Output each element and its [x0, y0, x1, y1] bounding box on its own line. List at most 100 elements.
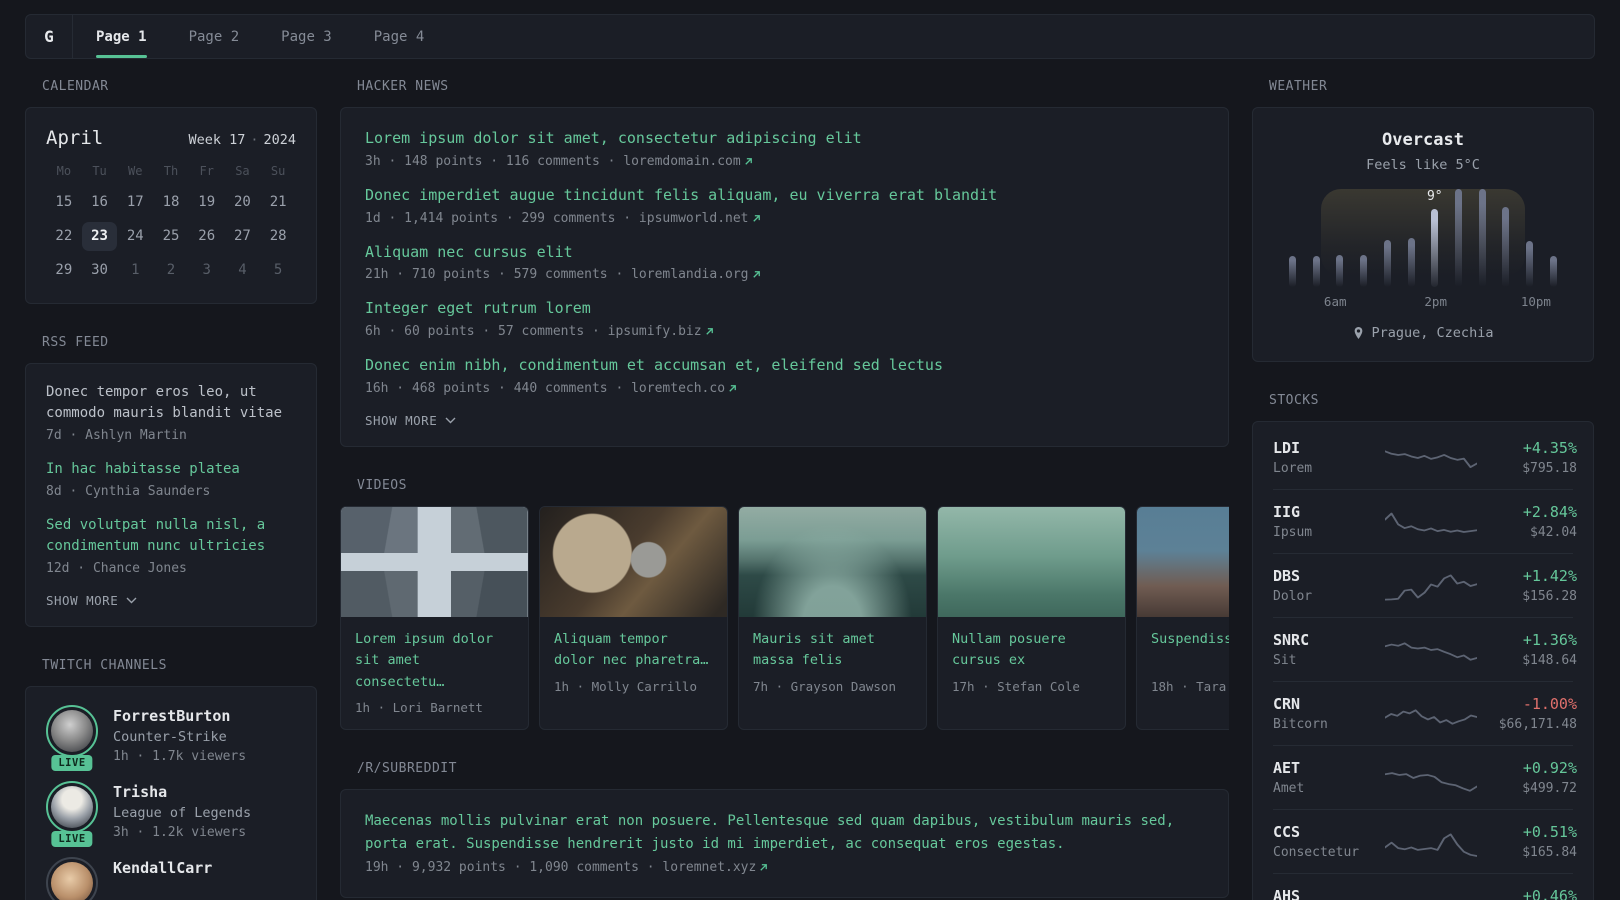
video-thumbnail[interactable]	[540, 506, 727, 617]
video-title[interactable]: Lorem ipsum dolor sit amet consectetu…	[355, 629, 514, 694]
story-title[interactable]: Donec enim nibh, condimentum et accumsan…	[365, 355, 1204, 377]
video-thumbnail[interactable]	[1137, 506, 1229, 617]
avatar	[51, 862, 93, 900]
hackernews-item: Donec enim nibh, condimentum et accumsan…	[365, 355, 1204, 396]
tab-label: Page 1	[96, 28, 147, 45]
stock-values: +1.36% $148.64	[1477, 631, 1577, 668]
video-meta: 17h · Stefan Cole	[952, 678, 1080, 694]
video-meta: 1h · Molly Carrillo	[554, 678, 697, 694]
stock-row[interactable]: DBS Dolor +1.42% $156.28	[1273, 553, 1577, 617]
temperature-bar	[1502, 206, 1510, 287]
stock-price: $795.18	[1522, 461, 1577, 476]
stock-row[interactable]: SNRC Sit +1.36% $148.64	[1273, 617, 1577, 681]
temperature-bar-column	[1335, 189, 1344, 287]
tab-page-2[interactable]: Page 2	[168, 15, 261, 58]
channel-name[interactable]: Trisha	[113, 783, 251, 801]
rss-item: Donec tempor eros leo, ut commodo mauris…	[46, 382, 296, 443]
video-title[interactable]: Mauris sit amet massa felis	[753, 629, 912, 673]
tab-page-4[interactable]: Page 4	[353, 15, 446, 58]
video-thumbnail[interactable]	[739, 506, 926, 617]
video-card[interactable]: Suspendisse diam 18h · Tara	[1136, 505, 1229, 730]
calendar-day: 27	[233, 228, 251, 244]
stock-row[interactable]: CCS Consectetur +0.51% $165.84	[1273, 809, 1577, 873]
stock-row[interactable]: AET Amet +0.92% $499.72	[1273, 745, 1577, 809]
live-ring	[46, 705, 98, 757]
video-card[interactable]: Nullam posuere cursus ex 17h · Stefan Co…	[937, 505, 1126, 730]
video-thumbnail[interactable]	[341, 506, 528, 617]
videos-widget: VIDEOS Lorem ipsum dolor sit amet consec…	[340, 478, 1229, 730]
temperature-bar-column	[1288, 189, 1297, 287]
temperature-bar-column	[1501, 189, 1510, 287]
story-meta: 1d · 1,414 points · 299 comments · ipsum…	[365, 211, 1204, 226]
stocks-widget: STOCKS LDI Lorem +4.35% $795.18 IIG Ipsu…	[1252, 393, 1594, 900]
hackernews-item: Aliquam nec cursus elit 21h · 710 points…	[365, 242, 1204, 282]
stock-sparkline	[1385, 698, 1477, 730]
rss-item-title[interactable]: Sed volutpat nulla nisl, a condimentum n…	[46, 515, 296, 557]
calendar-day-next-month: 5	[273, 262, 283, 278]
rss-show-more-button[interactable]: SHOW MORE	[46, 593, 137, 608]
calendar-day: 15	[55, 194, 73, 210]
stock-identity: AET Amet	[1273, 759, 1385, 796]
story-meta-text[interactable]: 3h · 148 points · 116 comments · loremdo…	[365, 154, 741, 169]
calendar-week: Week 17	[188, 132, 246, 148]
video-card[interactable]: Mauris sit amet massa felis 7h · Grayson…	[738, 505, 927, 730]
twitch-channel-row[interactable]: KendallCarr	[46, 857, 296, 900]
weekday-label: We	[128, 164, 143, 178]
twitch-channel-row[interactable]: LIVE Trisha League of Legends 3h · 1.2k …	[46, 781, 296, 847]
temperature-bar	[1407, 238, 1415, 287]
video-title[interactable]: Aliquam tempor dolor nec pharetra…	[554, 629, 713, 673]
video-card[interactable]: Lorem ipsum dolor sit amet consectetu… 1…	[340, 505, 529, 730]
rss-section-label: RSS FEED	[42, 335, 109, 350]
video-title[interactable]: Suspendisse diam	[1151, 629, 1229, 673]
calendar-month: April	[46, 127, 104, 149]
hackernews-widget: HACKER NEWS Lorem ipsum dolor sit amet, …	[340, 79, 1229, 447]
twitch-channel-info: KendallCarr	[113, 857, 212, 900]
time-axis: 6am 2pm 10pm	[1285, 294, 1561, 310]
story-title[interactable]: Lorem ipsum dolor sit amet, consectetur …	[365, 128, 1204, 150]
rss-item-meta: 12d · Chance Jones	[46, 561, 187, 576]
video-meta: 7h · Grayson Dawson	[753, 678, 896, 694]
story-meta-text[interactable]: 1d · 1,414 points · 299 comments · ipsum…	[365, 211, 749, 226]
video-card[interactable]: Aliquam tempor dolor nec pharetra… 1h · …	[539, 505, 728, 730]
tab-page-1[interactable]: Page 1	[75, 15, 168, 58]
video-body: Suspendisse diam 18h · Tara	[1137, 617, 1229, 708]
stock-change: +1.36%	[1522, 631, 1577, 649]
story-meta-text[interactable]: 21h · 710 points · 579 comments · loreml…	[365, 267, 749, 282]
story-meta-text[interactable]: 6h · 60 points · 57 comments · ipsumify.…	[365, 324, 702, 339]
rss-item-title[interactable]: In hac habitasse platea	[46, 459, 296, 480]
stock-price: $42.04	[1530, 525, 1577, 540]
temperature-bar	[1526, 240, 1534, 287]
post-title[interactable]: Maecenas mollis pulvinar erat non posuer…	[365, 810, 1204, 856]
video-thumbnail[interactable]	[938, 506, 1125, 617]
video-title[interactable]: Nullam posuere cursus ex	[952, 629, 1111, 673]
live-ring	[46, 781, 98, 833]
channel-category[interactable]: Counter-Strike	[113, 729, 246, 745]
stock-row[interactable]: CRN Bitcorn -1.00% $66,171.48	[1273, 681, 1577, 745]
channel-meta: 3h · 1.2k viewers	[113, 825, 247, 840]
hackernews-show-more-button[interactable]: SHOW MORE	[365, 413, 456, 428]
story-title[interactable]: Integer eget rutrum lorem	[365, 298, 1204, 320]
channel-category[interactable]: League of Legends	[113, 805, 251, 821]
stock-row[interactable]: LDI Lorem +4.35% $795.18	[1273, 426, 1577, 489]
story-title[interactable]: Aliquam nec cursus elit	[365, 242, 1204, 264]
story-title[interactable]: Donec imperdiet augue tincidunt felis al…	[365, 185, 1204, 207]
stock-row[interactable]: IIG Ipsum +2.84% $42.04	[1273, 489, 1577, 553]
tab-page-3[interactable]: Page 3	[260, 15, 353, 58]
calendar-day-selected: 23	[81, 222, 118, 251]
post-meta-text[interactable]: 19h · 9,932 points · 1,090 comments · lo…	[365, 860, 756, 875]
stock-price: $148.64	[1522, 653, 1577, 668]
external-link-icon	[752, 214, 760, 222]
stock-name: Consectetur	[1273, 845, 1360, 860]
stock-ticker: AET	[1273, 759, 1301, 777]
twitch-channel-info: Trisha League of Legends 3h · 1.2k viewe…	[113, 781, 251, 840]
channel-name[interactable]: ForrestBurton	[113, 707, 246, 725]
video-meta: 18h · Tara	[1151, 678, 1227, 694]
stock-name: Bitcorn	[1273, 717, 1328, 732]
external-link-icon	[752, 271, 760, 278]
twitch-channel-row[interactable]: LIVE ForrestBurton Counter-Strike 1h · 1…	[46, 705, 296, 771]
stock-row[interactable]: AHS +0.46%	[1273, 873, 1577, 900]
story-meta-text[interactable]: 16h · 468 points · 440 comments · loremt…	[365, 381, 725, 396]
channel-name[interactable]: KendallCarr	[113, 859, 212, 877]
rss-item-title[interactable]: Donec tempor eros leo, ut commodo mauris…	[46, 382, 296, 424]
temperature-bar	[1478, 189, 1486, 287]
